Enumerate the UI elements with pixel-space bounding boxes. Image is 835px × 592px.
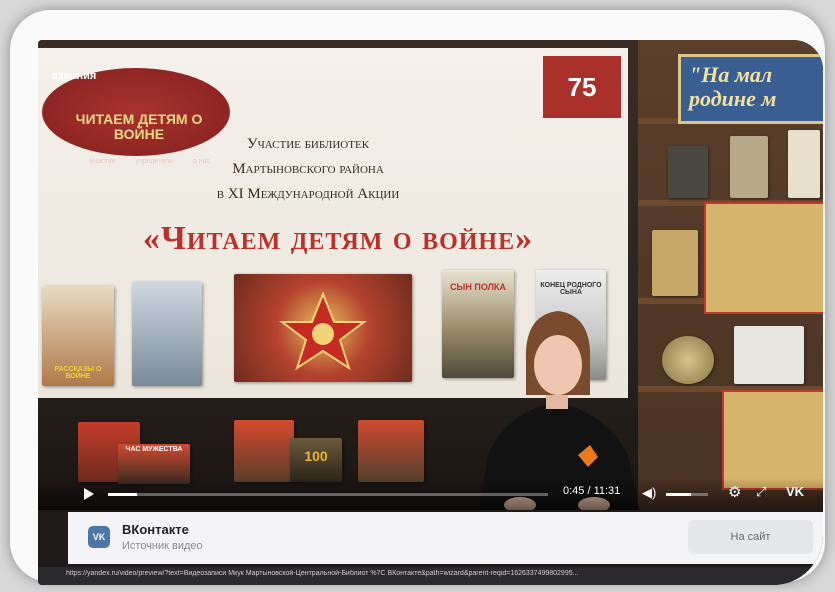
progress-fill: [108, 493, 137, 496]
slide-heading: Участие библиотек Мартыновского района в…: [148, 132, 468, 207]
source-subtitle: Источник видео: [122, 540, 203, 552]
video-player[interactable]: ЧИТАЕМ ДЕТЯМ О ВОЙНЕ участие учредители …: [38, 40, 823, 510]
book-title: ЧАС МУЖЕСТВА: [125, 446, 183, 453]
url-bar[interactable]: https://yandex.ru/video/preview/?text=Ви…: [38, 567, 823, 585]
shelf-plate: [662, 336, 714, 384]
gear-icon[interactable]: ⚙: [728, 483, 741, 501]
heading-line: в XI Международной Акции: [216, 186, 400, 202]
source-name[interactable]: ВКонтакте: [122, 522, 189, 537]
fullscreen-icon[interactable]: ⤢: [756, 484, 766, 500]
shelf-photo: [734, 326, 804, 384]
volume-icon[interactable]: ◀): [642, 485, 656, 501]
timecode: 0:45 / 11:31: [563, 485, 621, 497]
portrait-board: [722, 390, 823, 490]
volume-fill: [666, 493, 692, 496]
book-cover: [358, 420, 424, 482]
volume-slider[interactable]: [666, 493, 708, 496]
banner-line: родине м: [689, 86, 777, 111]
shelf-book: [668, 146, 708, 198]
photo-frame: ЧИТАЕМ ДЕТЯМ О ВОЙНЕ участие учредители …: [10, 10, 825, 585]
red-star-icon: [279, 291, 367, 371]
monitor-screen: ЧИТАЕМ ДЕТЯМ О ВОЙНЕ участие учредители …: [38, 40, 823, 585]
play-icon[interactable]: [84, 488, 94, 500]
vk-icon: VK: [88, 526, 110, 548]
book-title: КОНЕЦ РОДНОГО СЫНА: [540, 282, 602, 296]
player-controls: 0:45 / 11:31 ◀) ⚙ ⤢ VK: [38, 478, 823, 510]
book-cover-order: [234, 274, 412, 382]
go-to-site-button[interactable]: На сайт: [688, 520, 813, 554]
book-cover: [132, 282, 202, 386]
slide-title: «Читаем детям о войне»: [142, 220, 534, 257]
book-cover: 100: [290, 438, 342, 482]
vk-logo-icon[interactable]: VK: [786, 484, 804, 499]
heading-line: Участие библиотек: [246, 136, 370, 152]
shelf-book: [652, 230, 698, 296]
victory-75-logo: 75: [543, 56, 621, 118]
book-title: 100: [304, 448, 328, 464]
book-title: РАССКАЗЫ О ВОЙНЕ: [54, 366, 102, 380]
shelf-book: [788, 130, 820, 198]
book-cover: [234, 420, 294, 482]
exhibit-banner: "На мал родине м: [678, 54, 823, 124]
portrait-board: [704, 202, 823, 314]
banner-line: "На мал: [689, 62, 773, 87]
book-title: СЫН ПОЛКА: [450, 282, 506, 292]
banner-text: "На мал родине м: [689, 63, 776, 111]
video-source-bar: VK ВКонтакте Источник видео На сайт: [68, 512, 823, 564]
shelf-book: [730, 136, 768, 198]
heading-line: Мартыновского района: [232, 161, 384, 177]
emblem-link: участие: [90, 158, 116, 165]
emblem-caption: азвания: [52, 70, 97, 82]
progress-bar[interactable]: [108, 493, 548, 496]
book-cover: РАССКАЗЫ О ВОЙНЕ: [42, 286, 114, 386]
url-text: https://yandex.ru/video/preview/?text=Ви…: [66, 570, 579, 577]
